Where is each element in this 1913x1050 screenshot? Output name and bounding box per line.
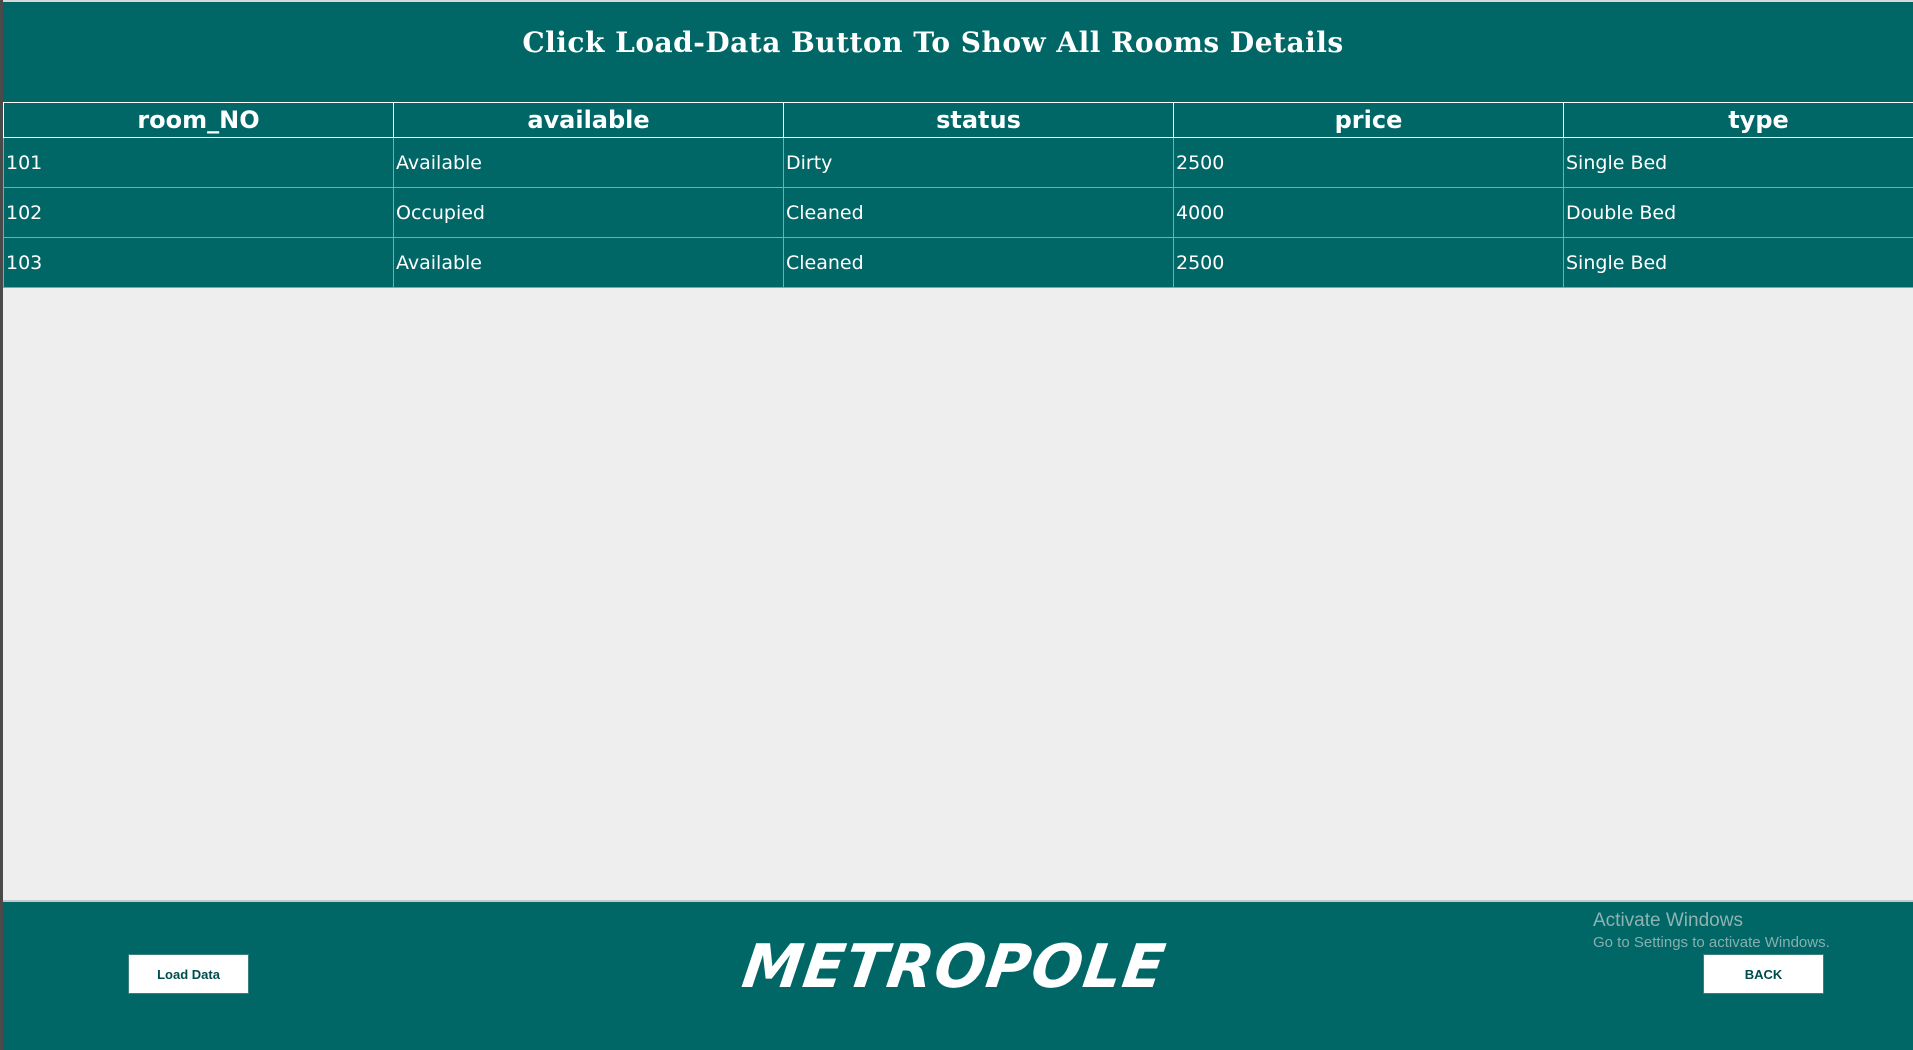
table-header-row: room_NO available status price type [3,102,1913,138]
column-header-room-no[interactable]: room_NO [3,102,394,138]
column-header-available[interactable]: available [393,102,784,138]
cell-type[interactable]: Single Bed [1563,237,1913,288]
rooms-window: Click Load-Data Button To Show All Rooms… [0,0,1913,1050]
cell-status[interactable]: Cleaned [783,237,1174,288]
brand-logo: METROPOLE [738,932,1170,1002]
cell-room-no[interactable]: 103 [3,237,394,288]
cell-room-no[interactable]: 102 [3,187,394,238]
column-header-type[interactable]: type [1563,102,1913,138]
activate-windows-title: Activate Windows [1593,910,1743,931]
cell-type[interactable]: Single Bed [1563,137,1913,188]
activate-windows-subtitle: Go to Settings to activate Windows. [1593,934,1830,951]
column-header-status[interactable]: status [783,102,1174,138]
rooms-table-container: room_NO available status price type 101 … [3,102,1913,288]
load-data-button[interactable]: Load Data [128,954,249,994]
footer-bar: Load Data METROPOLE Activate Windows Go … [3,900,1913,1050]
cell-room-no[interactable]: 101 [3,137,394,188]
table-row[interactable]: 102 Occupied Cleaned 4000 Double Bed [3,187,1913,238]
cell-price[interactable]: 2500 [1173,137,1564,188]
activate-windows-watermark: Activate Windows Go to Settings to activ… [1593,910,1830,951]
cell-available[interactable]: Available [393,237,784,288]
table-row[interactable]: 101 Available Dirty 2500 Single Bed [3,137,1913,188]
cell-available[interactable]: Available [393,137,784,188]
cell-available[interactable]: Occupied [393,187,784,238]
column-header-price[interactable]: price [1173,102,1564,138]
cell-type[interactable]: Double Bed [1563,187,1913,238]
cell-status[interactable]: Dirty [783,137,1174,188]
table-row[interactable]: 103 Available Cleaned 2500 Single Bed [3,237,1913,288]
cell-price[interactable]: 4000 [1173,187,1564,238]
cell-price[interactable]: 2500 [1173,237,1564,288]
rooms-table: room_NO available status price type 101 … [3,102,1913,288]
back-button[interactable]: BACK [1703,954,1824,994]
header-bar: Click Load-Data Button To Show All Rooms… [3,0,1913,102]
page-title: Click Load-Data Button To Show All Rooms… [522,26,1344,59]
cell-status[interactable]: Cleaned [783,187,1174,238]
